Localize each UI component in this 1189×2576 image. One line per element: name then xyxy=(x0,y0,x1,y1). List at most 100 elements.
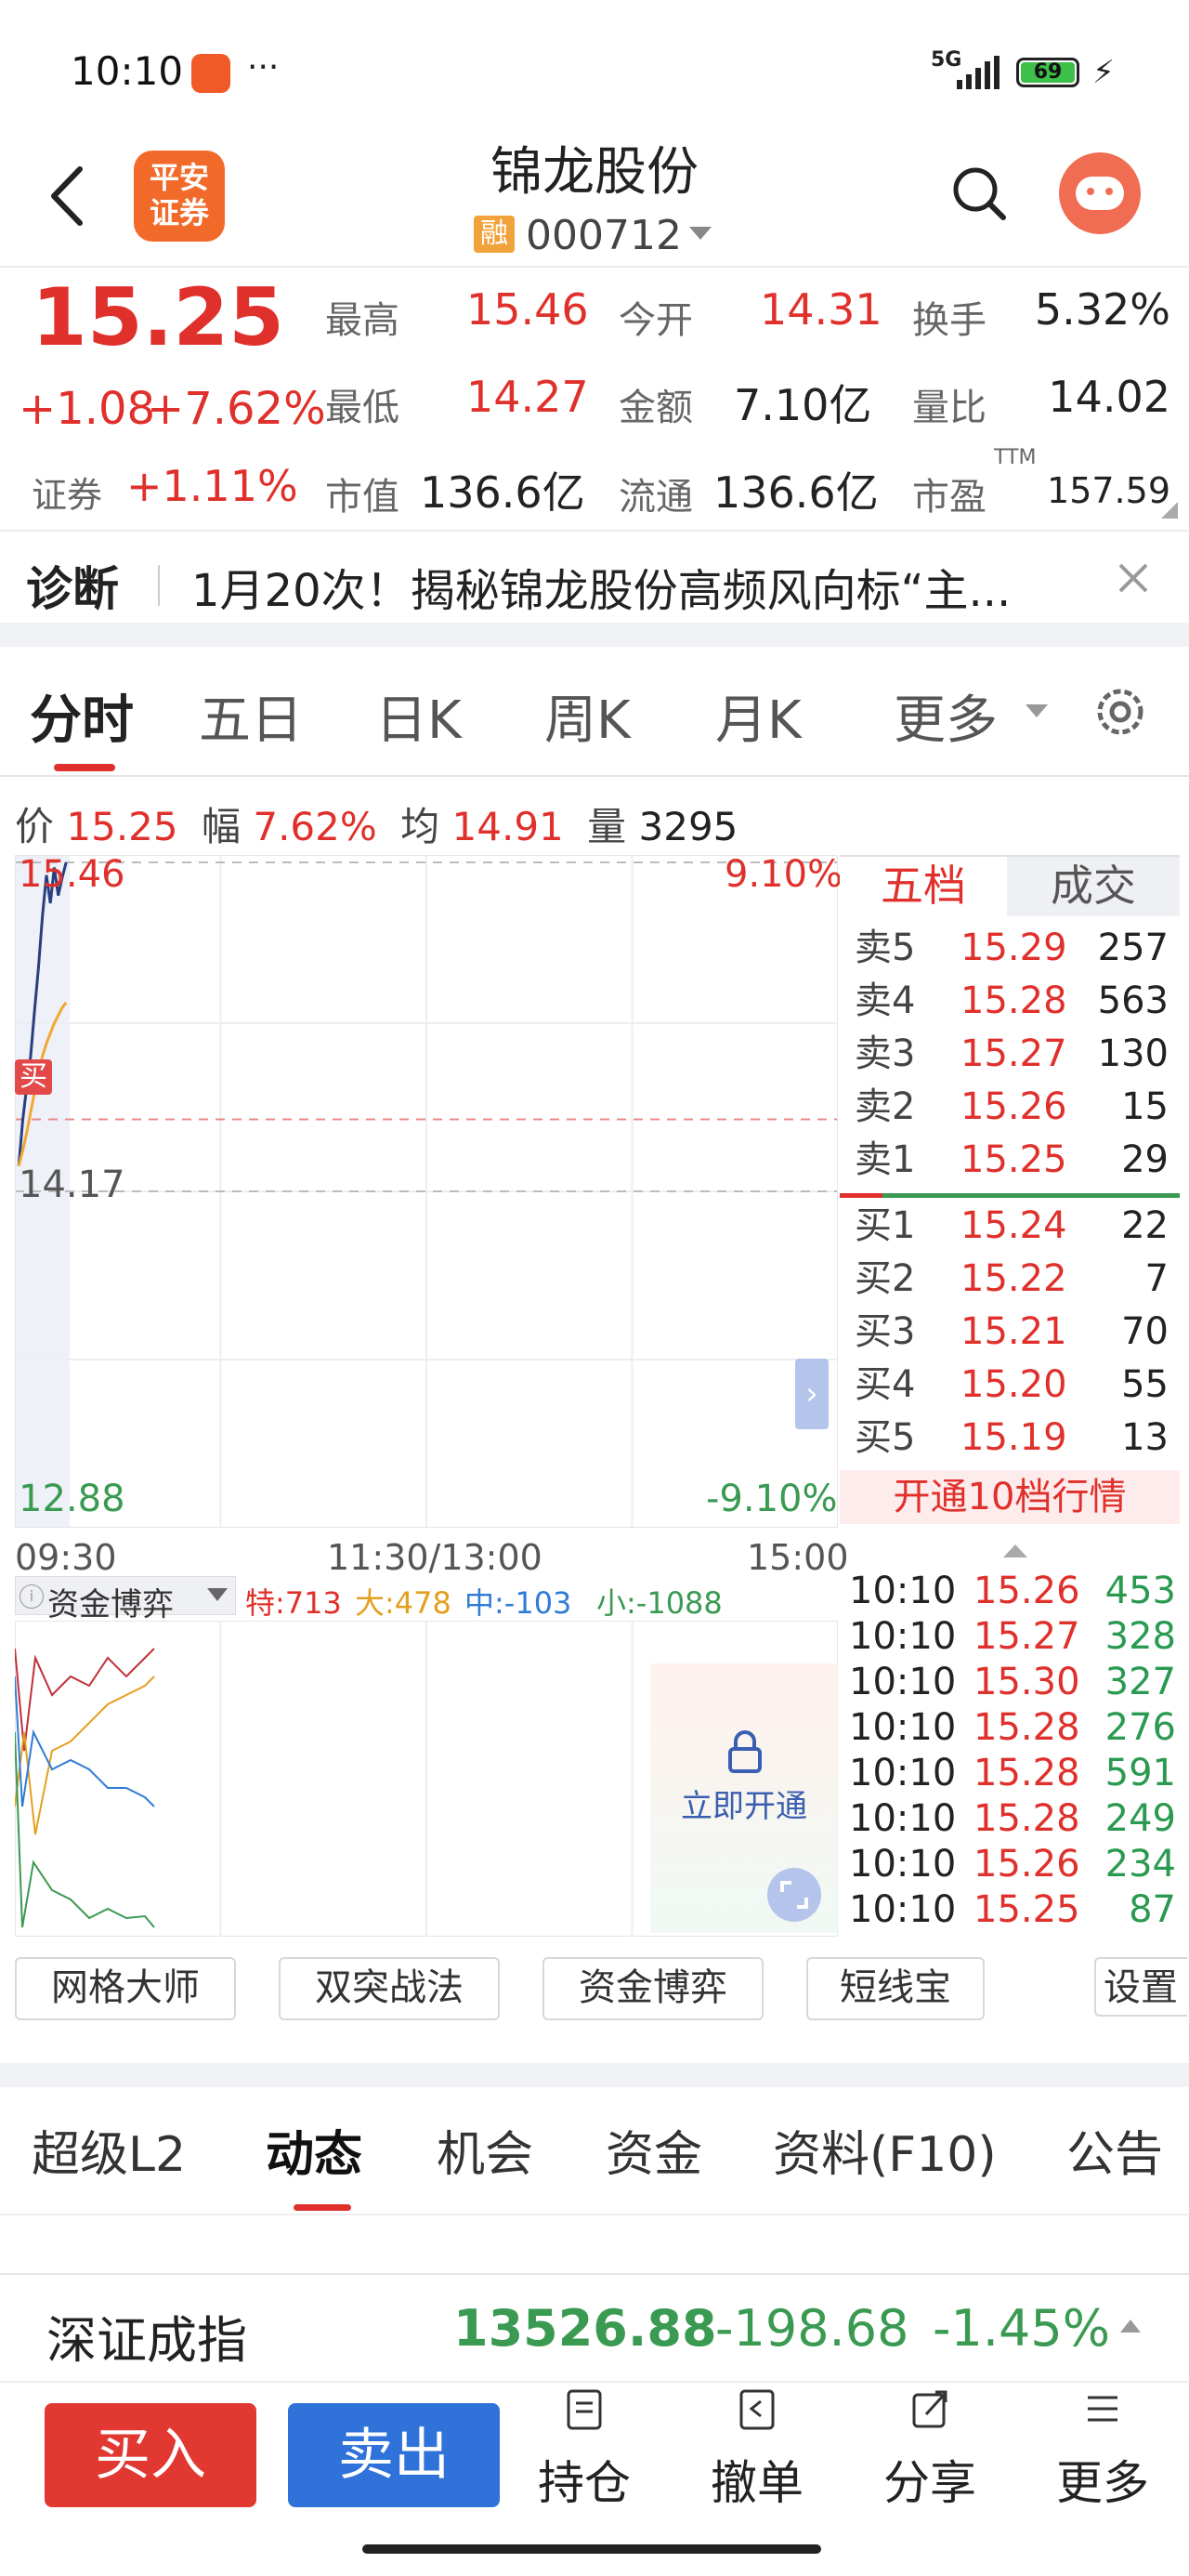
tab-opportunity[interactable]: 机会 xyxy=(437,2115,533,2185)
close-icon[interactable] xyxy=(1117,561,1150,595)
orderbook-row[interactable]: 卖3 15.27 130 xyxy=(840,1028,1174,1081)
tab-news-feed[interactable]: 动态 xyxy=(266,2115,362,2185)
buy-button[interactable]: 买入 xyxy=(45,2403,256,2507)
intraday-chart[interactable] xyxy=(15,855,838,1528)
sector-label[interactable]: 证券 xyxy=(32,467,102,518)
tab-more[interactable]: 更多 xyxy=(894,678,998,754)
tab-order-levels[interactable]: 五档 xyxy=(840,855,1007,916)
stat-label-low: 最低 xyxy=(325,387,399,429)
orderbook-row[interactable]: 卖5 15.29 257 xyxy=(840,922,1174,975)
tick-time: 10:10 xyxy=(849,1570,957,1612)
orderbook-row[interactable]: 卖1 15.25 29 xyxy=(840,1134,1174,1187)
info-price: 15.25 xyxy=(66,804,178,849)
stat-value-low: 14.27 xyxy=(466,372,589,422)
tick-price: 15.25 xyxy=(973,1888,1080,1931)
fund-line-da xyxy=(15,1676,155,1835)
lock-icon xyxy=(728,1730,762,1773)
sell-button[interactable]: 卖出 xyxy=(288,2403,500,2507)
axis-mid-price: 14.17 xyxy=(19,1163,125,1206)
back-icon[interactable] xyxy=(48,165,85,227)
tick-time: 10:10 xyxy=(849,1843,957,1886)
sector-change[interactable]: +1.11% xyxy=(126,461,298,511)
settings-button[interactable]: 设置 xyxy=(1094,1957,1187,2017)
index-expand-icon[interactable] xyxy=(1120,2320,1141,2333)
gear-icon[interactable] xyxy=(1092,684,1148,740)
chart-expand-tab[interactable]: › xyxy=(795,1359,829,1429)
tab-monthly-k[interactable]: 月K xyxy=(715,678,802,754)
share-action[interactable]: 分享 xyxy=(860,2388,1000,2513)
info-price-label: 价 xyxy=(15,804,55,849)
tick-row: 10:10 15.30 327 xyxy=(840,1660,1183,1704)
tab-intraday[interactable]: 分时 xyxy=(30,678,134,754)
fund-game-button[interactable]: 资金博弈 xyxy=(542,1957,764,2020)
orderbook-row[interactable]: 买5 15.19 13 xyxy=(840,1412,1174,1465)
more-notifications-icon: ··· xyxy=(247,48,280,86)
tab-weekly-k[interactable]: 周K xyxy=(544,678,631,754)
content-tab-underline xyxy=(294,2204,351,2211)
orderbook-level-label: 买3 xyxy=(855,1310,916,1353)
tab-five-day[interactable]: 五日 xyxy=(199,678,303,754)
stat-value-high: 15.46 xyxy=(466,284,589,335)
tick-volume: 327 xyxy=(1104,1661,1176,1703)
tick-row: 10:10 15.25 87 xyxy=(840,1887,1183,1932)
more-action[interactable]: 更多 xyxy=(1033,2388,1172,2513)
info-vol: 3295 xyxy=(638,804,738,849)
orderbook-row[interactable]: 买4 15.20 55 xyxy=(840,1359,1174,1412)
orderbook-row[interactable]: 卖4 15.28 563 xyxy=(840,975,1174,1028)
unlock-overlay[interactable]: 立即开通 xyxy=(650,1663,838,1933)
menu-icon xyxy=(1088,2396,1117,2422)
assistant-avatar[interactable] xyxy=(1059,152,1141,234)
orderbook-price: 15.29 xyxy=(960,927,1067,969)
fullscreen-icon[interactable] xyxy=(767,1868,821,1922)
tab-capital[interactable]: 资金 xyxy=(606,2115,702,2185)
tick-scroll-up-icon[interactable] xyxy=(1003,1543,1027,1557)
fund-da: 大:478 xyxy=(355,1585,451,1621)
tick-row: 10:10 15.28 591 xyxy=(840,1751,1183,1795)
double-breakout-button[interactable]: 双突战法 xyxy=(279,1957,500,2020)
info-amp-label: 幅 xyxy=(201,804,241,849)
tick-time: 10:10 xyxy=(849,1888,957,1931)
index-pct: -1.45% xyxy=(933,2299,1111,2358)
orderbook-row[interactable]: 买2 15.22 7 xyxy=(840,1253,1174,1306)
tab-announcements[interactable]: 公告 xyxy=(1066,2115,1189,2185)
orderbook-row[interactable]: 卖2 15.26 15 xyxy=(840,1081,1174,1134)
tick-time: 10:10 xyxy=(849,1615,957,1658)
orderbook-level-label: 卖4 xyxy=(855,979,916,1022)
expand-corner-icon[interactable] xyxy=(1161,502,1178,519)
orderbook-row[interactable]: 买3 15.21 70 xyxy=(840,1306,1174,1359)
orderbook-price: 15.26 xyxy=(960,1085,1067,1128)
cancel-order-action[interactable]: 撤单 xyxy=(687,2388,827,2513)
code-dropdown-icon[interactable] xyxy=(689,227,712,242)
info-vol-label: 量 xyxy=(587,804,627,849)
diagnosis-label: 诊断 xyxy=(26,562,119,616)
orderbook-price: 15.22 xyxy=(960,1257,1067,1300)
search-icon[interactable] xyxy=(951,165,1009,223)
positions-label: 持仓 xyxy=(538,2456,631,2510)
orderbook-row[interactable]: 买1 15.24 22 xyxy=(840,1200,1174,1253)
tab-f10[interactable]: 资料(F10) xyxy=(773,2115,997,2185)
grid-master-button[interactable]: 网格大师 xyxy=(15,1957,236,2020)
upgrade-10-level-button[interactable]: 开通10档行情 xyxy=(840,1470,1180,1524)
stock-code[interactable]: 000712 xyxy=(526,212,682,259)
tick-price: 15.26 xyxy=(973,1843,1080,1886)
diagnosis-text[interactable]: 1月20次！揭秘锦龙股份高频风向标“主... xyxy=(191,554,1102,619)
orderbook-volume: 29 xyxy=(1121,1138,1169,1181)
stat-label-high: 最高 xyxy=(325,299,399,342)
chart-info-line: 价 15.25 幅 7.62% 均 14.91 量 3295 xyxy=(15,795,738,852)
fund-game-tab[interactable]: i 资金博弈 xyxy=(15,1576,236,1623)
chevron-down-icon[interactable] xyxy=(1026,704,1048,719)
positions-action[interactable]: 持仓 xyxy=(515,2388,654,2513)
tab-super-l2[interactable]: 超级L2 xyxy=(32,2115,186,2185)
status-time: 10:10 xyxy=(71,48,184,94)
tab-trades[interactable]: 成交 xyxy=(1007,855,1180,916)
orderbook-volume: 7 xyxy=(1144,1257,1169,1300)
broker-logo[interactable]: 平安 证券 xyxy=(134,151,225,242)
tab-daily-k[interactable]: 日K xyxy=(375,678,462,754)
stat-value-turnover: 5.32% xyxy=(1034,284,1170,335)
tick-price: 15.26 xyxy=(973,1570,1080,1612)
tick-list[interactable]: 10:10 15.26 453 10:10 15.27 328 10:10 15.30 327 1… xyxy=(840,1569,1183,1940)
short-term-treasure-button[interactable]: 短线宝 xyxy=(806,1957,985,2020)
battery-icon: 69 xyxy=(1016,58,1079,87)
stat-label-pe: 市盈 xyxy=(912,476,986,519)
cancel-order-label: 撤单 xyxy=(711,2456,804,2510)
